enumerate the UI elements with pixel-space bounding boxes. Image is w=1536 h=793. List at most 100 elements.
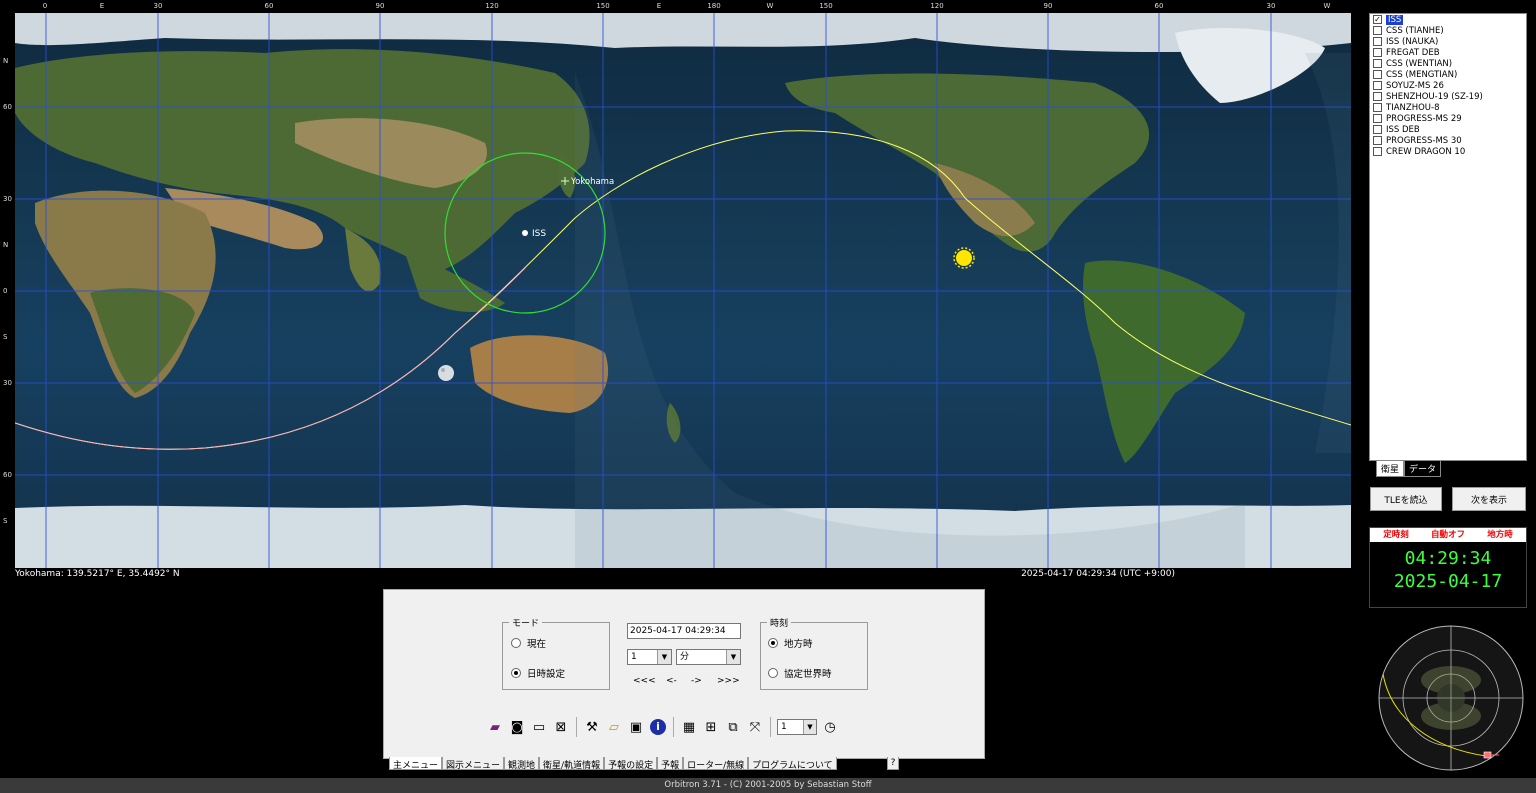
- clock-header: 定時刻 自動オフ 地方時: [1370, 528, 1526, 542]
- satellite-checkbox[interactable]: [1373, 59, 1382, 68]
- satellite-checkbox[interactable]: [1373, 147, 1382, 156]
- lon-tick: 60: [264, 2, 274, 10]
- lon-tick: W: [766, 2, 774, 10]
- speed-select[interactable]: 1 ▼: [775, 716, 819, 738]
- satellite-checkbox[interactable]: [1373, 125, 1382, 134]
- fit-window-icon[interactable]: ⧉: [722, 716, 744, 738]
- step-forward-button[interactable]: ->: [691, 676, 702, 686]
- lat-tick: 0: [3, 287, 8, 295]
- iss-marker[interactable]: [522, 230, 528, 236]
- chevron-down-icon: ▼: [726, 650, 740, 664]
- tab-prediction-settings[interactable]: 予報の設定: [604, 757, 658, 771]
- lat-tick: 30: [3, 195, 12, 203]
- step-back-fast-button[interactable]: <<<: [633, 676, 656, 686]
- tab-help[interactable]: ?: [886, 757, 900, 770]
- arctic-ice: [15, 13, 1351, 53]
- chevron-down-icon: ▼: [657, 650, 671, 664]
- map-canvas: ISS Yokohama: [15, 13, 1351, 568]
- mode-set-radio[interactable]: 日時設定: [511, 666, 565, 680]
- lat-tick: S: [3, 333, 8, 341]
- lat-tick: N: [3, 241, 9, 249]
- lon-tick: W: [1323, 2, 1331, 10]
- show-next-button[interactable]: 次を表示: [1452, 487, 1526, 511]
- clock-date: 2025-04-17: [1393, 571, 1503, 592]
- satellite-item[interactable]: ISS (NAUKA): [1370, 36, 1526, 47]
- control-panel: モード 現在 日時設定 2025-04-17 04:29:34 1 ▼ 分 ▼ <<…: [383, 589, 985, 759]
- satellite-item[interactable]: PROGRESS-MS 29: [1370, 113, 1526, 124]
- time-utc-radio[interactable]: 協定世界時: [768, 666, 832, 680]
- world-map[interactable]: ISS Yokohama: [15, 13, 1351, 568]
- satellite-item[interactable]: SOYUZ-MS 26: [1370, 80, 1526, 91]
- info-icon[interactable]: i: [647, 716, 669, 738]
- step-value-select[interactable]: 1 ▼: [627, 649, 672, 665]
- step-back-button[interactable]: <-: [666, 676, 677, 686]
- toolbar-separator: [673, 717, 674, 737]
- fullscreen-map-icon[interactable]: ▦: [678, 716, 700, 738]
- lon-tick: 120: [930, 2, 944, 10]
- time-local-radio[interactable]: 地方時: [768, 636, 813, 650]
- clock-time: 04:29:34: [1404, 548, 1492, 569]
- camera-icon[interactable]: ◙: [506, 716, 528, 738]
- clock-mode-auto-off[interactable]: 自動オフ: [1422, 528, 1474, 542]
- step-unit-select[interactable]: 分 ▼: [676, 649, 741, 665]
- satellite-checkbox[interactable]: ✓: [1373, 15, 1382, 24]
- satellite-checkbox[interactable]: [1373, 70, 1382, 79]
- sun-icon: [953, 247, 975, 269]
- fit-width-icon[interactable]: ⊞: [700, 716, 722, 738]
- satellite-item[interactable]: ✓ ISS: [1370, 14, 1526, 25]
- satellite-item[interactable]: CSS (MENGTIAN): [1370, 69, 1526, 80]
- satellite-item[interactable]: SHENZHOU-19 (SZ-19): [1370, 91, 1526, 102]
- toolbar-separator: [770, 717, 771, 737]
- satellite-checkbox[interactable]: [1373, 114, 1382, 123]
- tab-observer[interactable]: 観測地: [504, 757, 540, 771]
- tab-satellite-info[interactable]: 衛星/軌道情報: [539, 757, 605, 771]
- satellite-item[interactable]: ISS DEB: [1370, 124, 1526, 135]
- satellite-item[interactable]: CREW DRAGON 10: [1370, 146, 1526, 157]
- observer-label: Yokohama: [570, 177, 614, 187]
- mode-legend: モード: [512, 619, 540, 629]
- load-tle-button[interactable]: TLEを読込: [1370, 487, 1442, 511]
- tab-rotor-radio[interactable]: ローター/無線: [683, 757, 749, 771]
- tools-icon[interactable]: ⚒: [581, 716, 603, 738]
- mode-now-radio[interactable]: 現在: [511, 636, 546, 650]
- open-folder-icon[interactable]: ▱: [603, 716, 625, 738]
- book-icon[interactable]: ▰: [484, 716, 506, 738]
- satellite-item[interactable]: FREGAT DEB: [1370, 47, 1526, 58]
- satellite-checkbox[interactable]: [1373, 48, 1382, 57]
- time-legend: 時刻: [770, 619, 789, 629]
- status-bar: Orbitron 3.71 - (C) 2001-2005 by Sebasti…: [0, 778, 1536, 793]
- satellite-checkbox[interactable]: [1373, 37, 1382, 46]
- radio-circle: [511, 668, 521, 678]
- save-icon[interactable]: ▣: [625, 716, 647, 738]
- satellite-item[interactable]: PROGRESS-MS 30: [1370, 135, 1526, 146]
- step-forward-fast-button[interactable]: >>>: [717, 676, 740, 686]
- expand-icon[interactable]: ⤧: [744, 716, 766, 738]
- lon-tick: 150: [596, 2, 610, 10]
- clock-mode-local[interactable]: 地方時: [1474, 528, 1526, 542]
- satellite-list[interactable]: ✓ ISS CSS (TIANHE) ISS (NAUKA) FREGAT DEB…: [1369, 13, 1527, 461]
- satellite-item[interactable]: CSS (WENTIAN): [1370, 58, 1526, 69]
- satellite-item[interactable]: TIANZHOU-8: [1370, 102, 1526, 113]
- satellite-checkbox[interactable]: [1373, 103, 1382, 112]
- map-datetime: 2025-04-17 04:29:34 (UTC +9:00): [1021, 569, 1175, 579]
- iss-label: ISS: [532, 229, 546, 239]
- tab-about[interactable]: プログラムについて: [748, 757, 837, 771]
- tab-display-menu[interactable]: 図示メニュー: [442, 757, 505, 771]
- clock-icon[interactable]: ◷: [819, 716, 841, 738]
- clock-mode-fixed[interactable]: 定時刻: [1370, 528, 1422, 542]
- tab-main-menu[interactable]: 主メニュー: [389, 757, 443, 771]
- moon-crater: [441, 368, 445, 372]
- datetime-input[interactable]: 2025-04-17 04:29:34: [627, 623, 741, 639]
- tab-data[interactable]: データ: [1404, 461, 1442, 477]
- satellite-checkbox[interactable]: [1373, 136, 1382, 145]
- tab-prediction[interactable]: 予報: [657, 757, 684, 771]
- satellite-checkbox[interactable]: [1373, 81, 1382, 90]
- close-window-icon[interactable]: ⊠: [550, 716, 572, 738]
- lon-tick: 30: [153, 2, 163, 10]
- minimize-icon[interactable]: ▭: [528, 716, 550, 738]
- satellite-checkbox[interactable]: [1373, 26, 1382, 35]
- lon-tick: 120: [485, 2, 499, 10]
- satellite-item[interactable]: CSS (TIANHE): [1370, 25, 1526, 36]
- tab-satellites[interactable]: 衛星: [1376, 461, 1405, 477]
- satellite-checkbox[interactable]: [1373, 92, 1382, 101]
